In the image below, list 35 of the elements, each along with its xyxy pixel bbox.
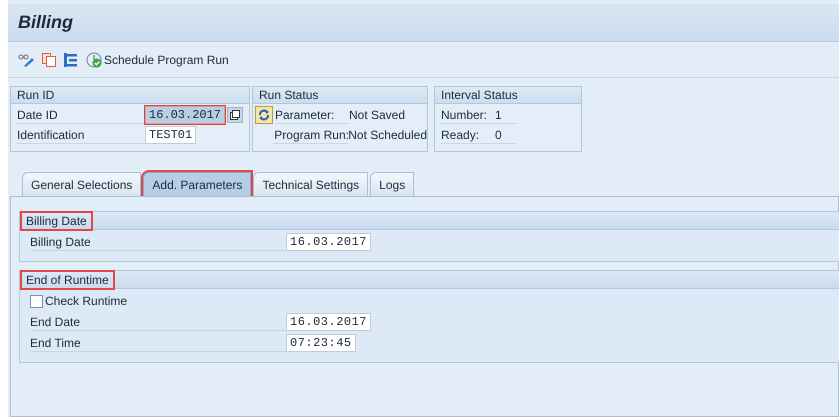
checkbox-label: Check Runtime [45, 293, 128, 309]
tab[interactable]: Logs [370, 172, 414, 196]
field-label: Billing Date [30, 234, 286, 250]
field-label: End Time [30, 334, 286, 352]
status-label: Number: [441, 106, 493, 124]
input-field[interactable]: 07:23:45 [286, 334, 356, 352]
status-value: 0 [493, 126, 517, 144]
group-title: Billing Date [22, 212, 91, 228]
checkbox[interactable] [30, 294, 43, 308]
status-label: Program Run: [274, 126, 348, 144]
input-field[interactable]: 16.03.2017 [286, 313, 372, 331]
input-field[interactable]: 16.03.2017 [145, 106, 226, 124]
tab[interactable]: Technical Settings [253, 172, 368, 196]
tab[interactable]: Add. Parameters [143, 172, 252, 196]
panel-title: Run Status [253, 87, 427, 104]
glasses-pencil-icon[interactable] [18, 52, 34, 66]
window-title: Billing [18, 11, 73, 34]
input-field[interactable]: 16.03.2017 [286, 233, 372, 251]
refresh-icon[interactable] [255, 106, 273, 124]
clock-check-icon [86, 52, 102, 68]
status-value: Not Scheduled [348, 127, 427, 143]
status-label: Ready: [441, 126, 493, 144]
status-value: 1 [493, 106, 517, 124]
status-value: Not Saved [349, 107, 406, 123]
panel-title: Run ID [11, 87, 249, 104]
status-label: Parameter: [275, 106, 349, 124]
schedule-button[interactable]: Schedule Program Run [86, 50, 229, 68]
group-title: End of Runtime [22, 272, 113, 288]
value-help-button[interactable] [227, 107, 244, 123]
tree-icon[interactable] [64, 52, 78, 66]
tab[interactable]: General Selections [22, 172, 142, 196]
copy-icon[interactable] [42, 52, 56, 66]
panel-title: Interval Status [435, 87, 581, 104]
field-label: End Date [30, 314, 286, 330]
input-field[interactable]: TEST01 [145, 126, 196, 144]
